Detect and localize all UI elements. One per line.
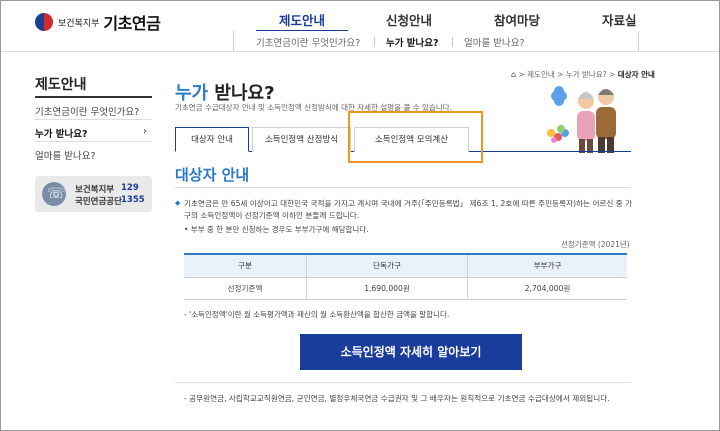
table-header-row: 구분 단독가구 부부가구 <box>184 253 627 278</box>
sidebar-item-what[interactable]: 기초연금이란 무엇인가요? <box>35 104 152 118</box>
page-title-emphasis: 누가 <box>175 83 209 104</box>
clover-icon <box>551 86 567 106</box>
chevron-right-icon: › <box>143 126 147 137</box>
elderly-couple-illustration <box>547 86 616 153</box>
bottom-divider <box>175 382 631 383</box>
breadcrumb-separator: > <box>609 70 616 79</box>
breadcrumb: ⌂ > 제도안내 > 누가 받나요? > 대상자 안내 <box>511 69 655 80</box>
contact-number: 1355 <box>121 195 145 205</box>
page-title-rest: 받나요? <box>214 83 275 104</box>
ministry-name: 보건복지부 <box>58 18 100 29</box>
breadcrumb-item[interactable]: 제도안내 <box>527 70 555 79</box>
highlight-annotation-box <box>348 111 483 163</box>
sub-navigation: 기초연금이란 무엇인가요? 누가 받나요? 얼마를 받나요? <box>233 31 639 52</box>
couple-note: • 부부 중 한 분만 신청하는 경우도 부부가구에 해당합니다. <box>184 225 369 234</box>
table-caption: 선정기준액 (2021년) <box>561 240 630 249</box>
sidebar-divider <box>35 141 152 142</box>
income-detail-button[interactable]: 소득인정액 자세히 알아보기 <box>300 334 522 370</box>
sidebar-item-who[interactable]: 누가 받나요? <box>35 126 152 140</box>
browser-frame: 보건복지부 기초연금 제도안내 신청안내 참여마당 자료실 기초연금이란 무엇인… <box>0 0 720 431</box>
gnb-item-participate[interactable]: 참여마당 <box>494 10 540 29</box>
gnb-item-apply[interactable]: 신청안내 <box>386 10 432 29</box>
subnav-divider <box>374 37 375 47</box>
table-header: 단독가구 <box>305 253 468 278</box>
subnav-item-how-much[interactable]: 얼마를 받나요? <box>464 35 525 49</box>
header-divider <box>1 51 719 52</box>
bullet-icon: ◆ <box>175 199 181 207</box>
subnav-divider <box>452 37 453 47</box>
income-definition-note: - '소득인정액'이란 월 소득평가액과 재산의 월 소득환산액을 합산한 금액… <box>184 310 450 319</box>
tab-income-calculation[interactable]: 소득인정액 산정방식 <box>252 127 351 152</box>
criteria-table: 구분 단독가구 부부가구 선정기준액 1,690,000원 2,704,000원 <box>184 253 627 300</box>
sidebar-item-how-much[interactable]: 얼마를 받나요? <box>35 148 152 162</box>
contact-number: 129 <box>121 183 139 193</box>
government-emblem-icon <box>35 13 53 31</box>
subnav-item-what[interactable]: 기초연금이란 무엇인가요? <box>256 35 360 49</box>
table-header: 구분 <box>184 253 307 278</box>
site-title: 기초연금 <box>103 14 161 33</box>
contact-box: 보건복지부 129 국민연금공단 1355 <box>35 176 152 212</box>
table-row: 선정기준액 1,690,000원 2,704,000원 <box>184 277 627 300</box>
site-logo[interactable]: 보건복지부 기초연금 <box>35 10 161 34</box>
section-title: 대상자 안내 <box>175 166 250 184</box>
table-header: 부부가구 <box>467 253 627 278</box>
phone-icon <box>42 182 66 206</box>
exclusion-note: - 공무원연금, 사립학교교직원연금, 군인연금, 별정우체국연금 수급권자 및… <box>184 394 610 403</box>
breadcrumb-current: 대상자 안내 <box>617 70 655 79</box>
sidebar-title: 제도안내 <box>35 77 87 93</box>
sidebar-title-line <box>35 96 152 98</box>
contact-name: 국민연금공단 <box>75 197 122 207</box>
contact-name: 보건복지부 <box>75 185 115 195</box>
breadcrumb-item[interactable]: 누가 받나요? <box>566 70 607 79</box>
table-cell: 선정기준액 <box>184 277 307 300</box>
table-cell: 1,690,000원 <box>305 277 468 300</box>
sidebar-divider <box>35 119 152 120</box>
gnb-item-policy[interactable]: 제도안내 <box>279 10 325 29</box>
table-cell: 2,704,000원 <box>467 277 627 300</box>
eligibility-paragraph: 기초연금은 만 65세 이상이고 대한민국 국적을 가지고 계시며 국내에 거주… <box>184 199 633 220</box>
subnav-item-who[interactable]: 누가 받나요? <box>386 35 439 49</box>
section-divider <box>175 187 631 188</box>
home-icon[interactable]: ⌂ <box>511 70 516 79</box>
breadcrumb-separator: > <box>518 70 525 79</box>
breadcrumb-separator: > <box>557 70 564 79</box>
gnb-item-library[interactable]: 자료실 <box>602 10 637 29</box>
tab-target-info[interactable]: 대상자 안내 <box>175 127 249 152</box>
